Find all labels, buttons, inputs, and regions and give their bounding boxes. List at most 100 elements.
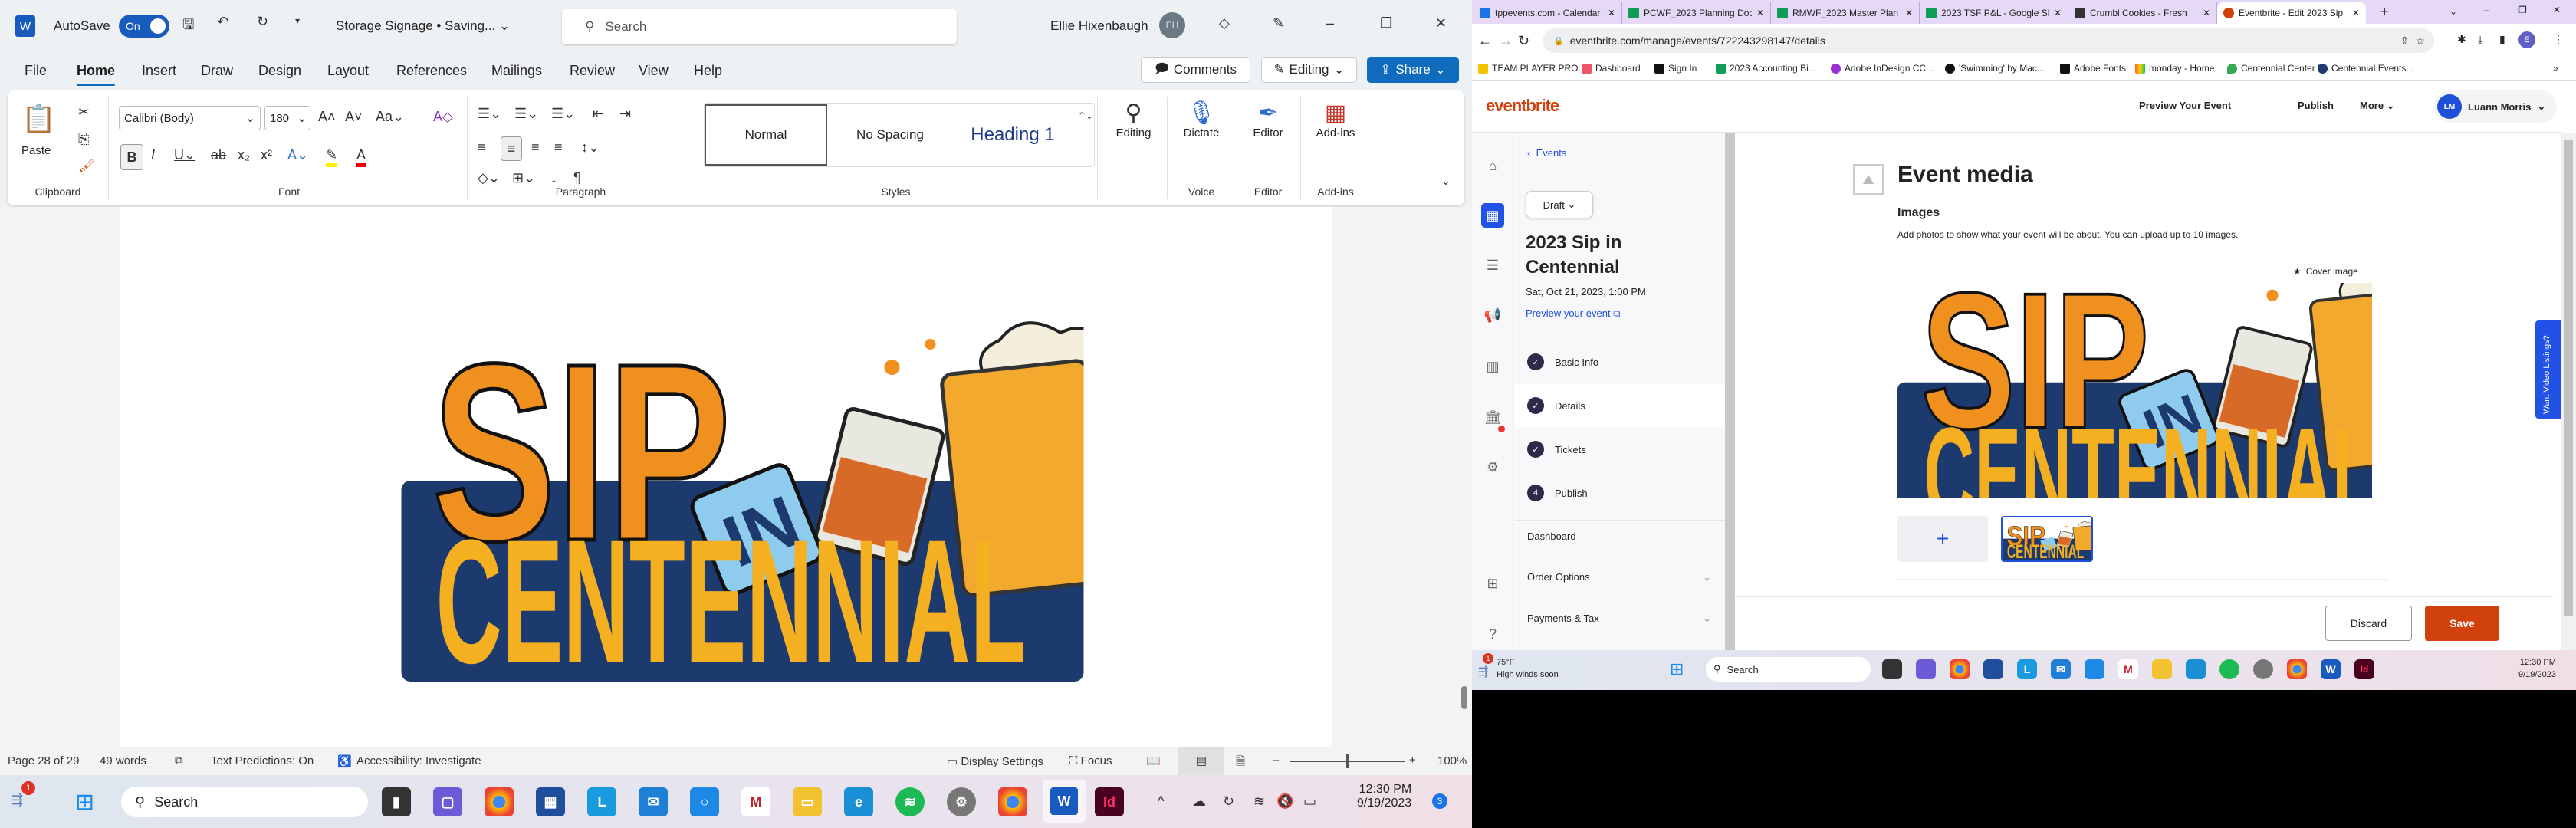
- file-explorer-icon[interactable]: [2152, 659, 2172, 679]
- justify-icon[interactable]: ≡: [554, 140, 563, 156]
- weather-icon[interactable]: ⇶: [1478, 664, 1488, 679]
- orders-icon[interactable]: ☰: [1483, 255, 1503, 275]
- share-icon[interactable]: ⇪: [2400, 34, 2410, 48]
- dictate-label[interactable]: Dictate: [1184, 127, 1220, 140]
- weather-widget[interactable]: 75°F High winds soon: [1497, 656, 1559, 681]
- discard-button[interactable]: Discard: [2325, 606, 2412, 641]
- zoom-in-button[interactable]: +: [1409, 754, 1416, 767]
- tab-layout[interactable]: Layout: [327, 63, 369, 79]
- font-name-select[interactable]: Calibri (Body) ⌄: [119, 106, 261, 130]
- close-icon[interactable]: ✕: [1435, 15, 1447, 31]
- preview-event-link[interactable]: Preview Your Event: [2139, 100, 2231, 111]
- read-mode-icon[interactable]: 📖: [1146, 754, 1161, 767]
- tab-draw[interactable]: Draw: [201, 63, 233, 79]
- align-center-icon[interactable]: ≡: [501, 136, 522, 161]
- taskview-icon[interactable]: [1882, 659, 1902, 679]
- tab-close-icon[interactable]: ✕: [1905, 8, 1913, 18]
- tab-insert[interactable]: Insert: [142, 63, 176, 79]
- redo-icon[interactable]: ↻: [257, 14, 268, 30]
- tab-close-icon[interactable]: ✕: [2203, 8, 2210, 18]
- payments-tax-section[interactable]: Payments & Tax ⌄: [1527, 613, 1711, 625]
- spotify-icon[interactable]: ≋: [895, 787, 925, 816]
- step-publish[interactable]: 4 Publish: [1515, 472, 1725, 514]
- save-icon[interactable]: 🖫: [182, 15, 194, 38]
- help-icon[interactable]: ?: [1483, 624, 1503, 644]
- chrome-icon[interactable]: [1950, 659, 1970, 679]
- minimize-icon[interactable]: –: [1326, 15, 1334, 31]
- print-layout-icon[interactable]: ▤: [1178, 748, 1224, 775]
- zoom-slider[interactable]: [1290, 754, 1405, 768]
- word-taskbar-icon[interactable]: W: [1043, 780, 1086, 823]
- extensions-icon[interactable]: ✱: [2457, 33, 2466, 46]
- teams-icon[interactable]: ▢: [433, 787, 462, 816]
- page-scrollbar[interactable]: [2561, 133, 2576, 650]
- document-page[interactable]: SIP IN CENTENNIAL: [120, 207, 1332, 748]
- bookmark[interactable]: Centennial Events...: [2318, 63, 2413, 74]
- proofing-icon[interactable]: ⧉: [175, 754, 183, 767]
- onedrive-icon[interactable]: ☁: [1192, 794, 1206, 810]
- paste-icon[interactable]: 📋: [21, 103, 56, 135]
- strikethrough-icon[interactable]: ab: [211, 147, 226, 163]
- reload-icon[interactable]: ↻: [1518, 33, 1530, 49]
- store-icon[interactable]: ▦: [536, 787, 565, 816]
- start-icon[interactable]: ⊞: [1670, 659, 1684, 679]
- add-image-button[interactable]: +: [1898, 516, 1988, 562]
- browser-tab[interactable]: PCWF_2023 Planning Doc ✕: [1622, 2, 1771, 24]
- paste-label[interactable]: Paste: [21, 144, 51, 157]
- url-field[interactable]: 🔒 eventbrite.com/manage/events/7222432981…: [1543, 28, 2434, 53]
- tab-mailings[interactable]: Mailings: [491, 63, 542, 79]
- cut-icon[interactable]: ✂: [78, 104, 90, 120]
- more-bookmarks-icon[interactable]: »: [2553, 63, 2558, 74]
- chrome-icon[interactable]: [485, 787, 514, 816]
- web-layout-icon[interactable]: 🗎: [1236, 754, 1245, 773]
- italic-icon[interactable]: I: [151, 147, 155, 163]
- change-case-icon[interactable]: Aa⌄: [376, 109, 404, 125]
- underline-icon[interactable]: U⌄: [174, 147, 196, 163]
- increase-indent-icon[interactable]: ⇥: [619, 106, 631, 122]
- decrease-indent-icon[interactable]: ⇤: [593, 106, 604, 122]
- sidebar-scrollbar[interactable]: [1725, 133, 1735, 650]
- step-tickets[interactable]: ✓ Tickets: [1515, 428, 1725, 471]
- editing-group[interactable]: ⚲ Editing: [1100, 97, 1168, 199]
- clock[interactable]: 12:30 PM 9/19/2023: [1357, 783, 1411, 810]
- new-tab-button[interactable]: +: [2380, 4, 2389, 20]
- volume-muted-icon[interactable]: 🔇: [1276, 794, 1293, 810]
- shrink-font-icon[interactable]: A˅: [345, 109, 363, 125]
- teams-icon[interactable]: [1916, 659, 1936, 679]
- close-icon[interactable]: ✕: [2553, 5, 2561, 15]
- download-icon[interactable]: ⤓: [2478, 33, 2482, 46]
- tab-design[interactable]: Design: [258, 63, 301, 79]
- finance-bank-icon[interactable]: 🏛: [1483, 407, 1503, 427]
- collapse-ribbon-icon[interactable]: ⌄: [1441, 175, 1451, 188]
- undo-icon[interactable]: ↶: [217, 14, 228, 30]
- chrome-profile-icon[interactable]: [2287, 659, 2307, 679]
- format-painter-icon[interactable]: 🖌: [78, 158, 96, 174]
- home-icon[interactable]: ⌂: [1483, 156, 1503, 176]
- tab-search-icon[interactable]: ⌄: [2450, 6, 2457, 17]
- tab-help[interactable]: Help: [694, 63, 722, 79]
- microphone-icon[interactable]: 🎙: [1187, 100, 1216, 127]
- bullets-icon[interactable]: ☰⌄: [478, 106, 501, 122]
- browser-tab-active[interactable]: Eventbrite - Edit 2023 Sip ✕: [2217, 2, 2366, 24]
- browser-tab[interactable]: 2023 TSF P&L - Google Sheets ✕: [1920, 2, 2068, 24]
- text-effects-icon[interactable]: A⌄: [288, 147, 308, 163]
- styles-scroll-icon[interactable]: ⌃⌄: [1078, 110, 1093, 121]
- document-title[interactable]: Storage Signage • Saving... ⌄: [336, 18, 510, 34]
- save-button[interactable]: Save: [2425, 606, 2499, 641]
- minimize-icon[interactable]: –: [2484, 5, 2489, 15]
- borders-icon[interactable]: ⊞⌄: [512, 170, 535, 186]
- mcafee-icon[interactable]: M: [2118, 659, 2138, 679]
- tab-file[interactable]: File: [25, 63, 47, 79]
- profile-avatar[interactable]: E: [2518, 31, 2535, 48]
- edge-icon[interactable]: e: [844, 787, 873, 816]
- back-to-events-link[interactable]: ‹ Events: [1527, 147, 1566, 159]
- tab-review[interactable]: Review: [570, 63, 615, 79]
- search-box[interactable]: ⚲ Search: [562, 9, 957, 44]
- tab-close-icon[interactable]: ✕: [2352, 8, 2360, 18]
- apps-icon[interactable]: ⊞: [1483, 573, 1503, 593]
- comments-button[interactable]: 🗩 Comments: [1141, 57, 1250, 83]
- align-right-icon[interactable]: ≡: [531, 140, 540, 156]
- clock[interactable]: 12:30 PM 9/19/2023: [2518, 656, 2556, 681]
- customize-toolbar-icon[interactable]: ▾: [295, 15, 300, 26]
- calendar-icon[interactable]: ▦: [1481, 203, 1504, 228]
